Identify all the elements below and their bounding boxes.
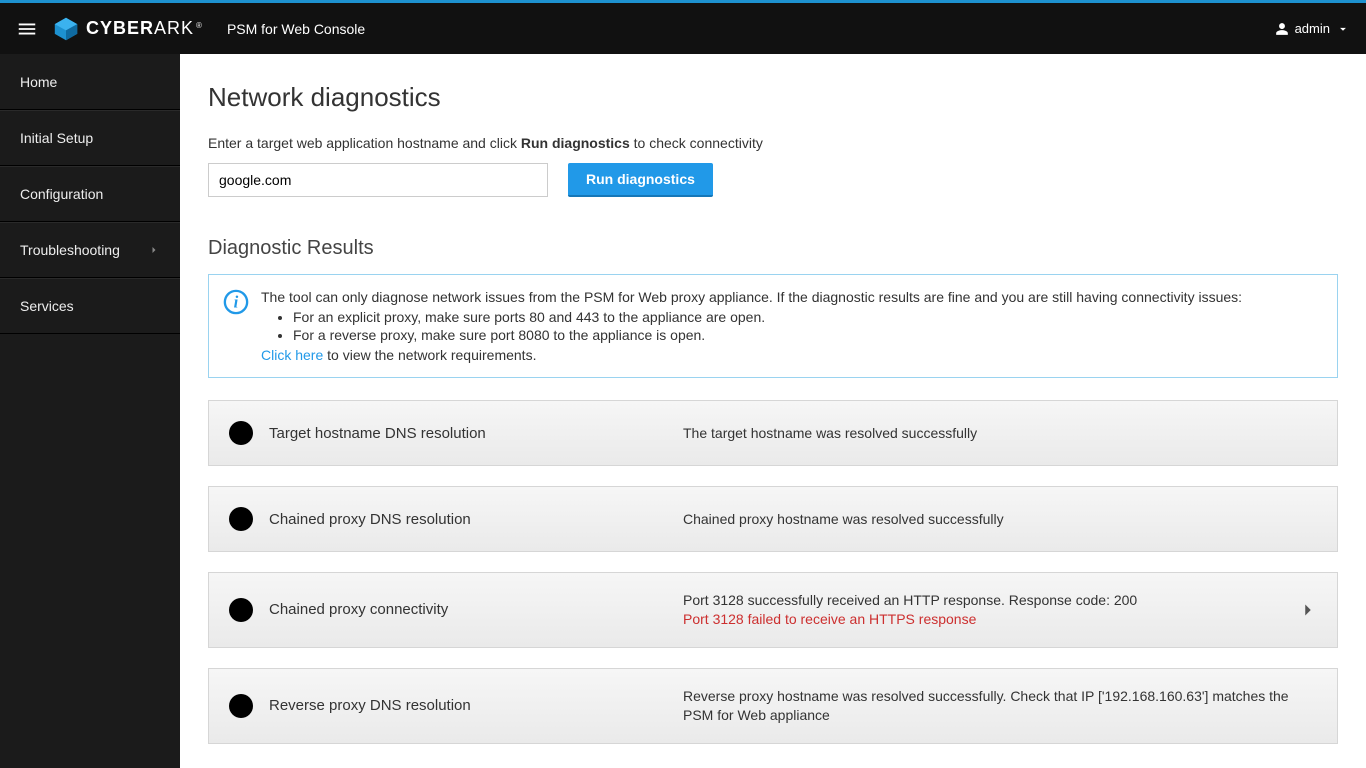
hamburger-icon: [16, 18, 38, 40]
result-message: Chained proxy hostname was resolved succ…: [683, 510, 1319, 529]
result-title: Reverse proxy DNS resolution: [269, 697, 669, 714]
sidebar-item-label: Services: [20, 298, 74, 314]
main-content: Network diagnostics Enter a target web a…: [180, 54, 1366, 768]
results-heading: Diagnostic Results: [208, 237, 1338, 260]
result-message-line: Chained proxy hostname was resolved succ…: [683, 510, 1319, 529]
sidebar-item-troubleshooting[interactable]: Troubleshooting: [0, 222, 180, 278]
result-title: Chained proxy DNS resolution: [269, 511, 669, 528]
brand-logo: CYBERARK®: [52, 15, 203, 43]
svg-text:i: i: [234, 293, 239, 312]
success-icon: [227, 692, 255, 720]
hostname-input[interactable]: [208, 163, 548, 197]
result-message: Reverse proxy hostname was resolved succ…: [683, 687, 1319, 725]
sidebar-item-configuration[interactable]: Configuration: [0, 166, 180, 222]
result-message: Port 3128 successfully received an HTTP …: [683, 591, 1283, 629]
cyberark-mark-icon: [52, 15, 80, 43]
chevron-right-icon: [1297, 599, 1319, 621]
registered-mark: ®: [196, 21, 203, 30]
result-card: Chained proxy DNS resolution Chained prox…: [208, 486, 1338, 552]
user-label: admin: [1295, 21, 1330, 36]
result-message-line: Port 3128 successfully received an HTTP …: [683, 591, 1283, 610]
brand-text-ark: ARK: [154, 18, 194, 39]
menu-toggle-button[interactable]: [8, 10, 46, 48]
chevron-down-icon: [1336, 22, 1350, 36]
info-bullet: For a reverse proxy, make sure port 8080…: [293, 327, 1319, 343]
user-menu[interactable]: admin: [1275, 21, 1350, 36]
info-icon: i: [223, 289, 249, 315]
page-title: Network diagnostics: [208, 82, 1338, 113]
instruction-text: Enter a target web application hostname …: [208, 135, 1338, 151]
sidebar-item-label: Home: [20, 74, 57, 90]
success-icon: [227, 419, 255, 447]
result-card: Reverse proxy DNS resolution Reverse prox…: [208, 668, 1338, 744]
sidebar-item-initial-setup[interactable]: Initial Setup: [0, 110, 180, 166]
app-name: PSM for Web Console: [227, 21, 365, 37]
user-icon: [1275, 22, 1289, 36]
result-message-line: Reverse proxy hostname was resolved succ…: [683, 687, 1319, 725]
result-card: Target hostname DNS resolution The target…: [208, 400, 1338, 466]
top-bar: CYBERARK® PSM for Web Console admin: [0, 0, 1366, 54]
info-callout: i The tool can only diagnose network iss…: [208, 274, 1338, 378]
sidebar-item-label: Configuration: [20, 186, 103, 202]
sidebar-item-label: Initial Setup: [20, 130, 93, 146]
sidebar-item-services[interactable]: Services: [0, 278, 180, 334]
result-message: The target hostname was resolved success…: [683, 424, 1319, 443]
result-title: Chained proxy connectivity: [269, 601, 669, 618]
sidebar-item-home[interactable]: Home: [0, 54, 180, 110]
sidebar: Home Initial Setup Configuration Troublesho…: [0, 54, 180, 768]
info-lead: The tool can only diagnose network issue…: [261, 289, 1319, 305]
info-bullet: For an explicit proxy, make sure ports 8…: [293, 309, 1319, 325]
success-icon: [227, 505, 255, 533]
sidebar-item-label: Troubleshooting: [20, 242, 120, 258]
result-message-error-line: Port 3128 failed to receive an HTTPS res…: [683, 610, 1283, 629]
run-diagnostics-button[interactable]: Run diagnostics: [568, 163, 713, 197]
network-requirements-link[interactable]: Click here: [261, 347, 323, 363]
result-card[interactable]: Chained proxy connectivity Port 3128 succ…: [208, 572, 1338, 648]
brand-text-cyber: CYBER: [86, 18, 154, 39]
error-icon: [227, 596, 255, 624]
chevron-right-icon: [148, 244, 160, 256]
result-message-line: The target hostname was resolved success…: [683, 424, 1319, 443]
result-title: Target hostname DNS resolution: [269, 425, 669, 442]
